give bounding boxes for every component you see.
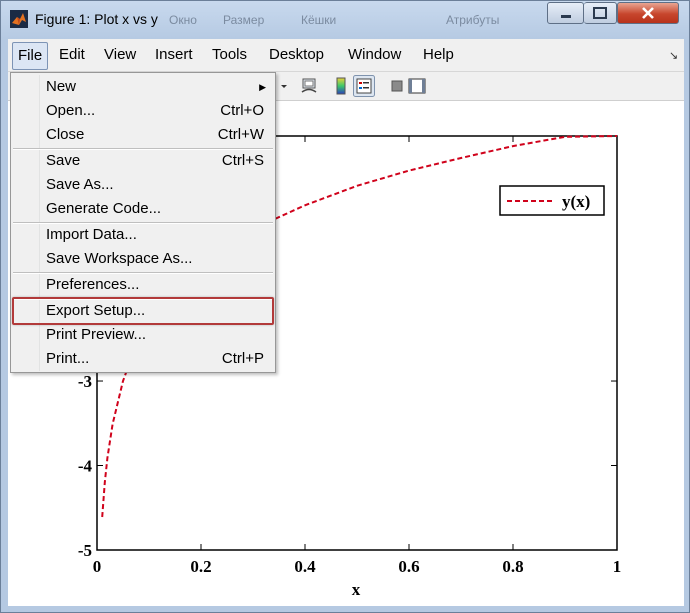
maximize-icon <box>593 7 607 19</box>
menu-file[interactable]: File <box>12 42 49 70</box>
x-axis-label: x <box>352 580 361 599</box>
menu-help[interactable]: Help <box>423 39 454 71</box>
menu-item-shortcut: Ctrl+W <box>217 126 264 143</box>
window-title: Figure 1: Plot x vs y <box>35 11 158 27</box>
menu-item-label: Preferences... <box>46 276 140 293</box>
menu-bar: File Edit View Insert Tools Desktop Wind… <box>8 39 684 72</box>
menu-item-save-as[interactable]: Save As... <box>46 173 272 197</box>
x-tick-label: 0.2 <box>190 557 211 576</box>
file-menu-dropdown: New ▶ Open... Ctrl+O Close Ctrl+W Save C… <box>10 72 276 373</box>
menu-insert[interactable]: Insert <box>155 39 193 71</box>
y-tick-label: -3 <box>78 372 92 391</box>
menu-item-generate-code[interactable]: Generate Code... <box>46 197 272 221</box>
menu-item-shortcut: Ctrl+P <box>221 350 264 367</box>
menu-window[interactable]: Window <box>348 39 401 71</box>
background-menu-item: Кёшки <box>301 13 337 27</box>
menu-item-label: Print... <box>46 350 90 367</box>
link-plot-icon[interactable] <box>300 77 318 95</box>
dropdown-arrow-icon[interactable] <box>280 77 288 95</box>
x-tick-label: 0 <box>93 557 102 576</box>
menu-item-close[interactable]: Close Ctrl+W <box>46 123 272 147</box>
menu-desktop[interactable]: Desktop <box>269 39 324 71</box>
menu-item-label: Generate Code... <box>46 200 162 217</box>
menu-item-shortcut: Ctrl+O <box>220 102 264 119</box>
legend[interactable]: y(x) <box>499 185 605 216</box>
menu-item-label: Save As... <box>46 176 114 193</box>
title-bar[interactable]: Figure 1: Plot x vs y Окно Размер Кёшки … <box>1 1 689 37</box>
figure-window: Figure 1: Plot x vs y Окно Размер Кёшки … <box>0 0 690 613</box>
y-tick-label: -4 <box>78 457 93 476</box>
x-tick-label: 0.8 <box>502 557 523 576</box>
x-tick-label: 0.6 <box>398 557 419 576</box>
background-menu-item: Атрибуты <box>446 13 500 27</box>
close-icon <box>642 7 654 19</box>
submenu-arrow-icon: ▶ <box>259 82 266 92</box>
menu-item-label: Import Data... <box>46 226 137 243</box>
x-tick-label: 0.4 <box>294 557 316 576</box>
export-setup-highlight <box>12 297 274 325</box>
menu-item-save[interactable]: Save Ctrl+S <box>46 149 272 173</box>
legend-icon[interactable] <box>353 75 375 97</box>
minimize-icon <box>560 15 571 18</box>
menu-item-print-preview[interactable]: Print Preview... <box>46 323 272 347</box>
menu-item-import-data[interactable]: Import Data... <box>46 223 272 247</box>
menu-item-preferences[interactable]: Preferences... <box>46 273 272 297</box>
colorbar-icon[interactable] <box>332 77 350 95</box>
menu-item-print[interactable]: Print... Ctrl+P <box>46 347 272 371</box>
menu-item-label: Close <box>46 126 85 143</box>
menu-item-label: Open... <box>46 102 96 119</box>
menu-item-label: Print Preview... <box>46 326 147 343</box>
x-tick-label: 1 <box>613 557 622 576</box>
close-button[interactable] <box>617 2 679 24</box>
background-menu-item: Окно <box>169 13 197 27</box>
menu-edit[interactable]: Edit <box>59 39 85 71</box>
menu-item-new[interactable]: New ▶ <box>46 75 272 99</box>
menu-view[interactable]: View <box>104 39 136 71</box>
hide-plot-tools-icon[interactable] <box>388 77 406 95</box>
dock-arrow-icon[interactable]: ↘ <box>669 49 678 62</box>
minimize-button[interactable] <box>547 2 584 24</box>
matlab-logo-icon <box>10 10 28 28</box>
maximize-button[interactable] <box>584 2 617 24</box>
menu-item-label: Save Workspace As... <box>46 250 193 267</box>
legend-entry: y(x) <box>562 192 590 211</box>
y-tick-label: -5 <box>78 541 92 560</box>
menu-item-save-workspace-as[interactable]: Save Workspace As... <box>46 247 272 271</box>
menu-item-open[interactable]: Open... Ctrl+O <box>46 99 272 123</box>
menu-item-label: Save <box>46 152 81 169</box>
menu-item-label: New <box>46 78 77 95</box>
menu-item-shortcut: Ctrl+S <box>221 152 264 169</box>
background-menu-item: Размер <box>223 13 265 27</box>
show-plot-tools-icon[interactable] <box>408 77 426 95</box>
menu-tools[interactable]: Tools <box>212 39 247 71</box>
